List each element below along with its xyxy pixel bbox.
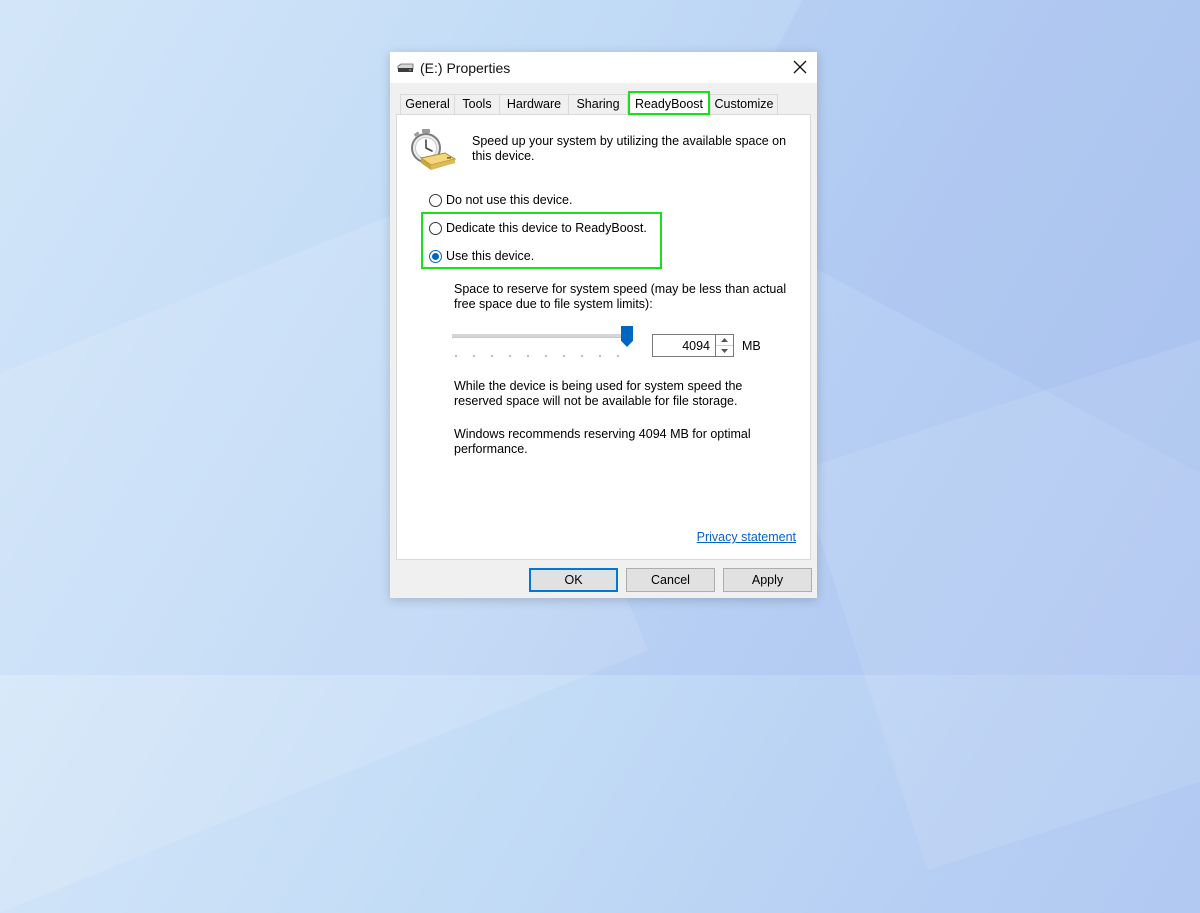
ok-button[interactable]: OK [529,568,618,592]
spinner-buttons [715,334,734,357]
spin-down-button[interactable] [716,346,733,356]
recommendation-info: Windows recommends reserving 4094 MB for… [454,427,751,456]
spin-up-button[interactable] [716,335,733,346]
reserved-space-info: While the device is being used for syste… [454,379,743,408]
slider-tick [509,355,511,357]
chevron-up-icon [721,338,728,342]
reserve-slider[interactable] [452,326,638,361]
window-title: (E:) Properties [420,60,511,76]
slider-track [452,334,630,338]
tab-readyboost[interactable]: ReadyBoost [628,91,710,115]
apply-button[interactable]: Apply [723,568,812,592]
background-shape [797,309,1200,871]
tab-tools[interactable]: Tools [454,94,500,114]
tab-general[interactable]: General [400,94,455,114]
unit-label: MB [742,339,761,353]
radio-label: Dedicate this device to ReadyBoost. [446,221,647,235]
close-button[interactable] [783,52,817,83]
radio-dedicate[interactable] [429,222,442,235]
drive-icon [397,62,414,76]
slider-tick [491,355,493,357]
slider-tick [617,355,619,357]
close-icon [793,60,807,74]
reserve-size-input[interactable] [652,334,716,357]
tab-sharing[interactable]: Sharing [568,94,628,114]
radio-do-not-use[interactable] [429,194,442,207]
chevron-down-icon [721,349,728,353]
privacy-statement-link[interactable]: Privacy statement [697,530,796,544]
radio-label: Do not use this device. [446,193,573,207]
reserve-spinner [652,334,734,358]
slider-thumb[interactable] [621,326,633,347]
slider-tick [455,355,457,357]
radio-use-device[interactable] [429,250,442,263]
slider-tick [473,355,475,357]
space-reserve-label: Space to reserve for system speed (may b… [454,282,787,311]
slider-tick [563,355,565,357]
cancel-button[interactable]: Cancel [626,568,715,592]
stopwatch-drive-icon [409,129,457,174]
slider-tick [545,355,547,357]
readyboost-panel: Speed up your system by utilizing the av… [396,114,811,560]
tab-customize[interactable]: Customize [710,94,778,114]
radio-label: Use this device. [446,249,535,263]
title-bar[interactable]: (E:) Properties [390,52,817,83]
slider-tick [599,355,601,357]
tab-hardware[interactable]: Hardware [499,94,569,114]
slider-tick [527,355,529,357]
readyboost-intro-text: Speed up your system by utilizing the av… [472,134,787,163]
slider-tick [581,355,583,357]
properties-dialog: (E:) Properties General Tools Hardware S… [390,52,817,598]
